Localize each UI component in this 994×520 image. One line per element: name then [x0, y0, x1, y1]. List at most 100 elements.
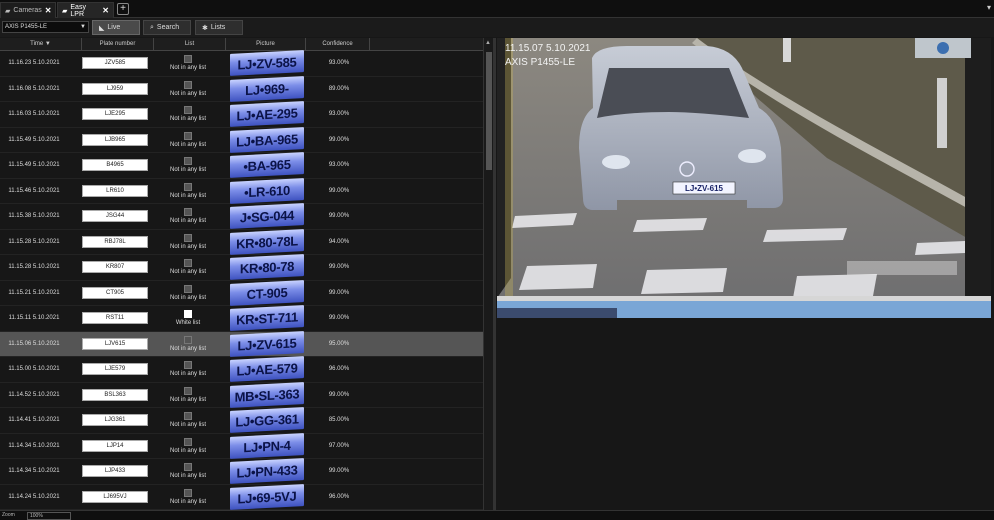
column-header-list[interactable]: List [154, 38, 226, 51]
table-row[interactable]: 11.15.28 5.10.2021 RBJ78L Not in any list K… [0, 228, 483, 255]
close-icon[interactable]: ✕ [102, 6, 109, 15]
plate-cell[interactable]: JZV585 [82, 51, 148, 76]
plate-number-field[interactable]: LJB965 [82, 133, 148, 146]
camera-select[interactable]: AXIS P1455-LE ▼ [2, 21, 89, 33]
table-row[interactable]: 11.16.03 5.10.2021 LJE295 Not in any list L… [0, 101, 483, 128]
plate-number-field[interactable]: RST11 [82, 312, 148, 325]
plate-cell[interactable]: B4965 [82, 153, 148, 178]
scroll-up-icon[interactable]: ▲ [485, 40, 491, 46]
time-cell: 11.14.24 5.10.2021 [0, 485, 68, 510]
plate-cell[interactable]: RBJ78L [82, 230, 148, 255]
plate-number-field[interactable]: LJP14 [82, 439, 148, 452]
plate-number-field[interactable]: LJE295 [82, 108, 148, 121]
list-checkbox[interactable] [184, 157, 192, 166]
plate-cell[interactable]: LJB965 [82, 128, 148, 153]
live-button[interactable]: ◣ Live [92, 20, 140, 35]
plate-number-field[interactable]: LR610 [82, 184, 148, 197]
list-checkbox[interactable] [184, 233, 192, 242]
tab-easy-lpr[interactable]: ▰ Easy LPR ✕ [57, 2, 114, 18]
table-row[interactable]: 11.14.41 5.10.2021 LJG361 Not in any list L… [0, 407, 483, 434]
column-header-plate[interactable]: Plate number [82, 38, 154, 51]
plate-number-field[interactable]: RBJ78L [82, 235, 148, 248]
list-checkbox[interactable] [184, 55, 192, 64]
column-header-confidence[interactable]: Confidence [306, 38, 370, 51]
table-row[interactable]: 11.15.06 5.10.2021 LJV615 Not in any list L… [0, 330, 483, 357]
menu-dropdown-icon[interactable]: ▾ [987, 3, 991, 12]
column-header-picture[interactable]: Picture [226, 38, 306, 51]
close-icon[interactable]: ✕ [45, 6, 52, 15]
table-row[interactable]: 11.15.49 5.10.2021 B4965 Not in any list •B… [0, 152, 483, 179]
scrollbar-thumb[interactable] [486, 52, 492, 170]
table-row[interactable]: 11.14.52 5.10.2021 BSL363 Not in any list M… [0, 381, 483, 408]
plate-cell[interactable]: KR807 [82, 255, 148, 280]
search-button[interactable]: ⌕ Search [143, 20, 191, 35]
plate-number-field[interactable]: LJE579 [82, 363, 148, 376]
table-row[interactable]: 11.15.00 5.10.2021 LJE579 Not in any list L… [0, 356, 483, 383]
plate-number-field[interactable]: LJ959 [82, 82, 148, 95]
list-checkbox[interactable] [184, 412, 192, 421]
plate-number-field[interactable]: LJV615 [82, 337, 148, 350]
plate-cell[interactable]: LJP433 [82, 459, 148, 484]
column-header-time[interactable]: Time ▼ [0, 38, 82, 51]
table-row[interactable]: 11.15.49 5.10.2021 LJB965 Not in any list L… [0, 126, 483, 153]
list-checkbox[interactable] [184, 80, 192, 89]
plate-cell[interactable]: LJE579 [82, 357, 148, 382]
picture-cell: LJ•AE-295 [229, 101, 305, 128]
picture-cell: KR•80-78L [229, 228, 305, 255]
list-checkbox[interactable] [184, 488, 192, 497]
pane-divider[interactable] [493, 38, 496, 510]
plate-number-field[interactable]: KR807 [82, 261, 148, 274]
list-checkbox[interactable] [184, 131, 192, 140]
camera-live-view[interactable]: LJ•ZV-615 11.15.07 5.10.2021 AXIS P1455-… [497, 38, 991, 318]
plate-number-field[interactable]: JZV585 [82, 57, 148, 70]
table-row[interactable]: 11.15.46 5.10.2021 LR610 Not in any list •L… [0, 177, 483, 204]
list-checkbox[interactable] [184, 310, 192, 319]
table-row[interactable]: 11.15.28 5.10.2021 KR807 Not in any list KR… [0, 254, 483, 281]
plate-cell[interactable]: LJG361 [82, 408, 148, 433]
plate-cell[interactable]: JSG44 [82, 204, 148, 229]
plate-cell[interactable]: LJE295 [82, 102, 148, 127]
add-tab-button[interactable]: + [117, 3, 129, 15]
list-checkbox[interactable] [184, 182, 192, 191]
list-cell: Not in any list [152, 153, 224, 178]
table-row[interactable]: 11.14.24 5.10.2021 LJ695VJ Not in any list… [0, 483, 483, 510]
plate-number-field[interactable]: CT905 [82, 286, 148, 299]
list-checkbox[interactable] [184, 259, 192, 268]
plate-cell[interactable]: LJ959 [82, 77, 148, 102]
plate-cell[interactable]: LJP14 [82, 434, 148, 459]
plate-number-field[interactable]: B4965 [82, 159, 148, 172]
plate-number-field[interactable]: LJG361 [82, 414, 148, 427]
list-checkbox[interactable] [184, 208, 192, 217]
plate-cell[interactable]: RST11 [82, 306, 148, 331]
table-row[interactable]: 11.15.11 5.10.2021 RST11 White list KR•ST-7… [0, 305, 483, 332]
table-row[interactable]: 11.16.23 5.10.2021 JZV585 Not in any list L… [0, 50, 483, 77]
plate-cell[interactable]: LJ695VJ [82, 485, 148, 510]
list-checkbox[interactable] [184, 463, 192, 472]
list-status-text: Not in any list [169, 65, 206, 72]
list-checkbox[interactable] [184, 284, 192, 293]
list-checkbox[interactable] [184, 335, 192, 344]
plate-cell[interactable]: LR610 [82, 179, 148, 204]
list-checkbox[interactable] [184, 106, 192, 115]
table-row[interactable]: 11.14.34 5.10.2021 LJP433 Not in any list L… [0, 458, 483, 485]
table-row[interactable]: 11.15.38 5.10.2021 JSG44 Not in any list J•… [0, 203, 483, 230]
list-checkbox[interactable] [184, 386, 192, 395]
plate-number-field[interactable]: JSG44 [82, 210, 148, 223]
lists-button[interactable]: ✱ Lists [195, 20, 243, 35]
confidence-cell: 93.00% [308, 102, 370, 127]
plate-cell[interactable]: LJV615 [82, 332, 148, 357]
list-checkbox[interactable] [184, 437, 192, 446]
tab-cameras[interactable]: ▰ Cameras ✕ [0, 2, 56, 18]
plate-number-field[interactable]: LJ695VJ [82, 490, 148, 503]
list-checkbox[interactable] [184, 361, 192, 370]
table-row[interactable]: 11.16.08 5.10.2021 LJ959 Not in any list LJ… [0, 75, 483, 102]
plate-number-field[interactable]: BSL363 [82, 388, 148, 401]
table-row[interactable]: 11.15.21 5.10.2021 CT905 Not in any list CT… [0, 279, 483, 306]
plate-cell[interactable]: BSL363 [82, 383, 148, 408]
zoom-select[interactable]: 100% [27, 512, 71, 520]
table-scrollbar[interactable]: ▲ [483, 38, 493, 510]
table-row[interactable]: 11.14.34 5.10.2021 LJP14 Not in any list LJ… [0, 432, 483, 459]
plate-number-field[interactable]: LJP433 [82, 465, 148, 478]
list-status-text: Not in any list [169, 498, 206, 505]
plate-cell[interactable]: CT905 [82, 281, 148, 306]
